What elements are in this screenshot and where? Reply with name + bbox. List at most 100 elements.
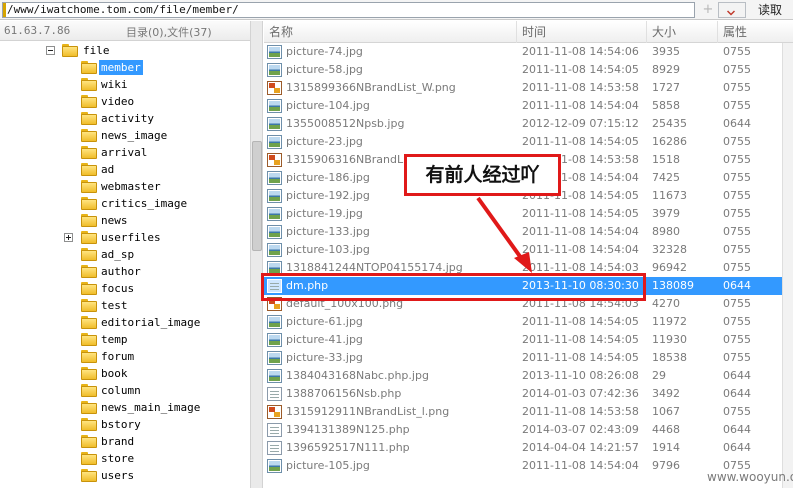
tree-item[interactable]: store (0, 450, 250, 467)
file-row[interactable]: picture-23.jpg 2011-11-08 14:54:05 16286 07… (264, 133, 782, 151)
file-row[interactable]: 1396592517N111.php 2014-04-04 14:21:57 191… (264, 439, 782, 457)
tree-item-label[interactable]: webmaster (99, 179, 163, 194)
tree-item[interactable]: ad (0, 161, 250, 178)
file-row[interactable]: 1388706156Nsb.php 2014-01-03 07:42:36 3492… (264, 385, 782, 403)
tree-item[interactable]: book (0, 365, 250, 382)
tree-item-label[interactable]: arrival (99, 145, 149, 160)
tree-item[interactable]: wiki (0, 76, 250, 93)
file-row[interactable]: picture-105.jpg 2011-11-08 14:54:04 9796 07… (264, 457, 782, 475)
column-attr[interactable]: 属性 (718, 21, 793, 43)
tree-item-label[interactable]: editorial_image (99, 315, 202, 330)
tree-item[interactable]: activity (0, 110, 250, 127)
tree-item-label[interactable]: news (99, 213, 130, 228)
file-row[interactable]: picture-33.jpg 2011-11-08 14:54:05 18538 07… (264, 349, 782, 367)
tree-item-label[interactable]: member (99, 60, 143, 75)
tree-item-label[interactable]: wiki (99, 77, 130, 92)
tree-item[interactable]: focus (0, 280, 250, 297)
tree-item[interactable]: forum (0, 348, 250, 365)
tree-item[interactable]: webmaster (0, 178, 250, 195)
file-row[interactable]: picture-61.jpg 2011-11-08 14:54:05 11972 07… (264, 313, 782, 331)
tree-item-label[interactable]: ad (99, 162, 116, 177)
expand-icon[interactable] (64, 233, 73, 242)
file-time: 2013-11-10 08:26:08 (522, 369, 639, 382)
file-size: 5858 (652, 99, 680, 112)
folder-icon (81, 401, 97, 414)
tree-item[interactable]: column (0, 382, 250, 399)
tree-item-label[interactable]: video (99, 94, 136, 109)
file-time: 2011-11-08 14:54:04 (522, 459, 639, 472)
file-row[interactable]: 1315912911NBrandList_l.png 2011-11-08 14:… (264, 403, 782, 421)
tree-item[interactable]: userfiles (0, 229, 250, 246)
tree-item[interactable]: video (0, 93, 250, 110)
tree-item[interactable]: file (0, 42, 250, 59)
tree-item-label[interactable]: test (99, 298, 130, 313)
dropdown-button[interactable] (718, 2, 746, 18)
tree-item[interactable]: news_image (0, 127, 250, 144)
file-row[interactable]: 1315899366NBrandList_W.png 2011-11-08 14:… (264, 79, 782, 97)
file-row[interactable]: 1394131389N125.php 2014-03-07 02:43:09 446… (264, 421, 782, 439)
image-file-icon (267, 189, 282, 203)
tree-item-label[interactable]: book (99, 366, 130, 381)
file-row[interactable]: picture-103.jpg 2011-11-08 14:54:04 32328 0… (264, 241, 782, 259)
tree-item[interactable]: critics_image (0, 195, 250, 212)
file-size: 29 (652, 369, 666, 382)
column-time[interactable]: 时间 (517, 21, 647, 43)
tree-scrollbar[interactable] (250, 21, 263, 488)
tree-item-label[interactable]: focus (99, 281, 136, 296)
column-name[interactable]: 名称 (264, 21, 517, 43)
file-time: 2011-11-08 14:54:04 (522, 243, 639, 256)
file-row[interactable]: picture-58.jpg 2011-11-08 14:54:05 8929 075… (264, 61, 782, 79)
file-attr: 0755 (723, 351, 751, 364)
tree-item-label[interactable]: file (81, 43, 112, 58)
file-row[interactable]: picture-133.jpg 2011-11-08 14:54:04 8980 07… (264, 223, 782, 241)
directory-tree: file member wiki video activity news_imagearr… (0, 42, 250, 488)
tree-item-label[interactable]: critics_image (99, 196, 189, 211)
tree-item[interactable]: test (0, 297, 250, 314)
tree-item-label[interactable]: store (99, 451, 136, 466)
file-size: 1067 (652, 405, 680, 418)
scrollbar-thumb[interactable] (252, 141, 262, 251)
file-size: 1727 (652, 81, 680, 94)
tree-item-label[interactable]: news_main_image (99, 400, 202, 415)
file-list-scrollbar[interactable] (782, 43, 793, 488)
tree-item[interactable]: editorial_image (0, 314, 250, 331)
file-row[interactable]: 1384043168Nabc.php.jpg 2013-11-10 08:26:0… (264, 367, 782, 385)
tree-item-label[interactable]: users (99, 468, 136, 483)
address-bar: /www/iwatchome.tom.com/file/member/ + 读取 (0, 0, 793, 20)
tree-item[interactable]: bstory (0, 416, 250, 433)
tree-item-label[interactable]: userfiles (99, 230, 163, 245)
file-row[interactable]: picture-41.jpg 2011-11-08 14:54:05 11930 07… (264, 331, 782, 349)
add-icon[interactable]: + (700, 2, 716, 18)
tree-item[interactable]: author (0, 263, 250, 280)
file-size: 11930 (652, 333, 687, 346)
tree-item[interactable]: news (0, 212, 250, 229)
file-row[interactable]: 1355008512Npsb.jpg 2012-12-09 07:15:12 254… (264, 115, 782, 133)
file-row[interactable]: picture-74.jpg 2011-11-08 14:54:06 3935 075… (264, 43, 782, 61)
collapse-icon[interactable] (46, 46, 55, 55)
tree-item-label[interactable]: activity (99, 111, 156, 126)
tree-item-label[interactable]: brand (99, 434, 136, 449)
image-file-icon (267, 459, 282, 473)
file-row[interactable]: picture-19.jpg 2011-11-08 14:54:05 3979 075… (264, 205, 782, 223)
tree-item-label[interactable]: forum (99, 349, 136, 364)
tree-item[interactable]: ad_sp (0, 246, 250, 263)
tree-item[interactable]: brand (0, 433, 250, 450)
tree-item[interactable]: arrival (0, 144, 250, 161)
file-list: picture-74.jpg 2011-11-08 14:54:06 3935 075… (264, 43, 782, 488)
tree-item-label[interactable]: news_image (99, 128, 169, 143)
tree-item-label[interactable]: bstory (99, 417, 143, 432)
path-input[interactable]: /www/iwatchome.tom.com/file/member/ (2, 2, 695, 18)
tree-item[interactable]: news_main_image (0, 399, 250, 416)
tree-item-label[interactable]: column (99, 383, 143, 398)
file-time: 2011-11-08 14:54:05 (522, 315, 639, 328)
chevron-down-icon (726, 6, 736, 16)
read-button[interactable]: 读取 (748, 1, 792, 19)
tree-item-label[interactable]: ad_sp (99, 247, 136, 262)
tree-item[interactable]: users (0, 467, 250, 484)
tree-item[interactable]: temp (0, 331, 250, 348)
file-row[interactable]: picture-104.jpg 2011-11-08 14:54:04 5858 07… (264, 97, 782, 115)
tree-item[interactable]: member (0, 59, 250, 76)
column-size[interactable]: 大小 (647, 21, 718, 43)
tree-item-label[interactable]: author (99, 264, 143, 279)
tree-item-label[interactable]: temp (99, 332, 130, 347)
